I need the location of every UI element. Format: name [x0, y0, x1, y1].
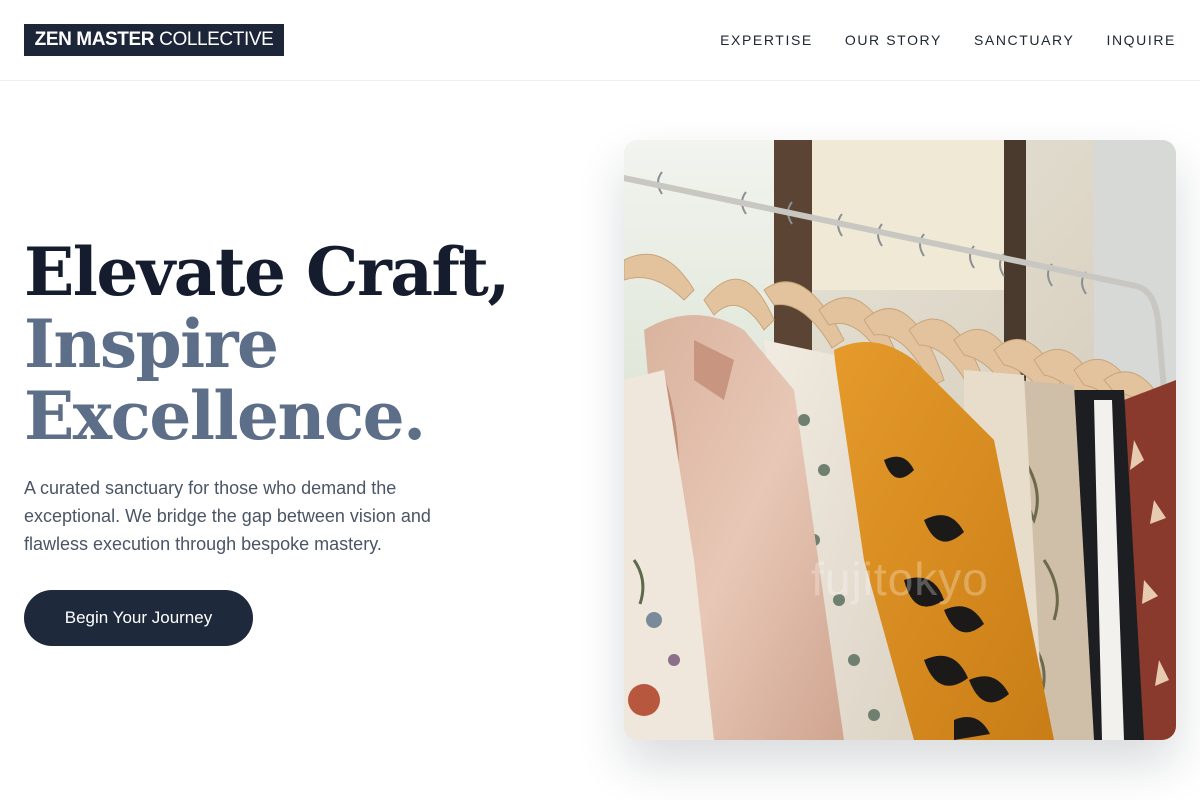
hero-title-line-2: Inspire: [24, 305, 279, 383]
nav-link-expertise[interactable]: EXPERTISE: [720, 30, 813, 50]
hero-description: A curated sanctuary for those who demand…: [24, 478, 431, 554]
nav-link-inquire[interactable]: INQUIRE: [1106, 30, 1176, 50]
main-nav: EXPERTISE OUR STORY SANCTUARY INQUIRE: [720, 30, 1176, 50]
clothing-rack-illustration: [624, 140, 1176, 740]
nav-link-sanctuary[interactable]: SANCTUARY: [974, 30, 1075, 50]
logo[interactable]: ZEN MASTER COLLECTIVE: [24, 24, 284, 56]
hero-title-line-3: Excellence.: [24, 377, 426, 455]
site-header: ZEN MASTER COLLECTIVE EXPERTISE OUR STOR…: [0, 0, 1200, 81]
begin-journey-button[interactable]: Begin Your Journey: [24, 590, 253, 646]
logo-light-text: COLLECTIVE: [159, 29, 274, 50]
logo-strong-text: ZEN MASTER: [34, 29, 155, 50]
hero-title-line-1: Elevate Craft,: [24, 233, 510, 311]
nav-link-our-story[interactable]: OUR STORY: [845, 30, 942, 50]
hero-image-clothing-rack: fujitokyo: [624, 140, 1176, 740]
hero-title: Elevate Craft, Inspire Excellence.: [24, 233, 510, 455]
